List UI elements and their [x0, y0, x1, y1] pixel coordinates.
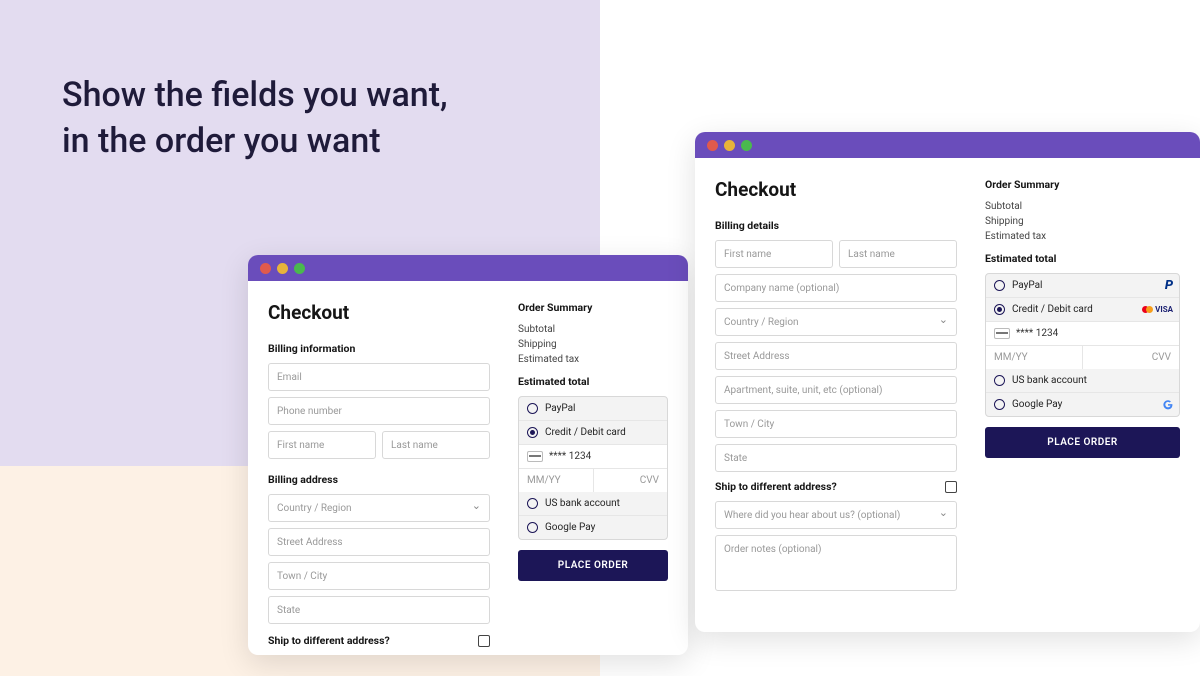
summary-subtotal: Subtotal — [518, 324, 668, 335]
ship-different-label: Ship to different address? — [268, 634, 390, 647]
headline-line-2: in the order you want — [62, 119, 448, 165]
page-title: Checkout — [715, 178, 957, 201]
country-select[interactable]: Country / Region — [715, 308, 957, 336]
card-number-field[interactable]: **** 1234 — [986, 321, 1179, 345]
card-cvv-field[interactable]: CVV — [593, 469, 668, 492]
card-icon — [994, 328, 1010, 339]
google-icon — [1163, 400, 1173, 410]
street-field[interactable]: Street Address — [268, 528, 490, 556]
summary-total: Estimated total — [518, 375, 668, 388]
payment-card[interactable]: Credit / Debit cardVISA — [986, 297, 1179, 321]
radio-icon — [994, 399, 1005, 410]
payment-bank[interactable]: US bank account — [986, 369, 1179, 392]
close-icon[interactable] — [260, 263, 271, 274]
phone-field[interactable]: Phone number — [268, 397, 490, 425]
radio-selected-icon — [994, 304, 1005, 315]
minimize-icon[interactable] — [724, 140, 735, 151]
apt-field[interactable]: Apartment, suite, unit, etc (optional) — [715, 376, 957, 404]
card-cvv-field[interactable]: CVV — [1082, 346, 1179, 369]
payment-card[interactable]: Credit / Debit card — [519, 420, 667, 444]
payment-paypal[interactable]: PayPal — [519, 397, 667, 420]
summary-shipping: Shipping — [985, 216, 1180, 227]
ship-different-checkbox[interactable] — [478, 635, 490, 647]
place-order-button[interactable]: PLACE ORDER — [985, 427, 1180, 458]
card-expiry-field[interactable]: MM/YY — [519, 469, 593, 492]
order-summary-title: Order Summary — [985, 178, 1180, 191]
company-field[interactable]: Company name (optional) — [715, 274, 957, 302]
state-field[interactable]: State — [715, 444, 957, 472]
page-title: Checkout — [268, 301, 490, 324]
email-field[interactable]: Email — [268, 363, 490, 391]
last-name-field[interactable]: Last name — [839, 240, 957, 268]
payment-bank[interactable]: US bank account — [519, 492, 667, 515]
summary-total: Estimated total — [985, 252, 1180, 265]
titlebar — [248, 255, 688, 281]
radio-icon — [527, 522, 538, 533]
country-select[interactable]: Country / Region — [268, 494, 490, 522]
card-expiry-field[interactable]: MM/YY — [986, 346, 1082, 369]
radio-icon — [994, 280, 1005, 291]
payment-gpay[interactable]: Google Pay — [519, 515, 667, 539]
first-name-field[interactable]: First name — [268, 431, 376, 459]
summary-subtotal: Subtotal — [985, 201, 1180, 212]
ship-different-label: Ship to different address? — [715, 480, 837, 493]
marketing-headline: Show the fields you want, in the order y… — [62, 73, 448, 165]
hear-about-select[interactable]: Where did you hear about us? (optional) — [715, 501, 957, 529]
titlebar — [695, 132, 1200, 158]
place-order-button[interactable]: PLACE ORDER — [518, 550, 668, 581]
last-name-field[interactable]: Last name — [382, 431, 490, 459]
order-summary-title: Order Summary — [518, 301, 668, 314]
street-field[interactable]: Street Address — [715, 342, 957, 370]
radio-icon — [527, 498, 538, 509]
payment-options: PayPal Credit / Debit card **** 1234 MM/… — [518, 396, 668, 540]
mastercard-icon — [1142, 306, 1153, 313]
visa-icon: VISA — [1155, 305, 1173, 314]
summary-shipping: Shipping — [518, 339, 668, 350]
paypal-icon: P — [1165, 278, 1173, 293]
radio-icon — [527, 403, 538, 414]
summary-tax: Estimated tax — [518, 354, 668, 365]
payment-options: PayPalP Credit / Debit cardVISA **** 123… — [985, 273, 1180, 417]
payment-paypal[interactable]: PayPalP — [986, 274, 1179, 297]
first-name-field[interactable]: First name — [715, 240, 833, 268]
payment-gpay[interactable]: Google Pay — [986, 392, 1179, 416]
window-checkout-a: Checkout Billing information Email Phone… — [248, 255, 688, 655]
city-field[interactable]: Town / City — [715, 410, 957, 438]
maximize-icon[interactable] — [294, 263, 305, 274]
summary-tax: Estimated tax — [985, 231, 1180, 242]
state-field[interactable]: State — [268, 596, 490, 624]
city-field[interactable]: Town / City — [268, 562, 490, 590]
section-billing-details: Billing details — [715, 219, 957, 232]
ship-different-checkbox[interactable] — [945, 481, 957, 493]
section-billing-info: Billing information — [268, 342, 490, 355]
close-icon[interactable] — [707, 140, 718, 151]
headline-line-1: Show the fields you want, — [62, 73, 448, 119]
radio-icon — [994, 375, 1005, 386]
maximize-icon[interactable] — [741, 140, 752, 151]
minimize-icon[interactable] — [277, 263, 288, 274]
card-number-field[interactable]: **** 1234 — [519, 444, 667, 468]
radio-selected-icon — [527, 427, 538, 438]
window-checkout-b: Checkout Billing details First name Last… — [695, 132, 1200, 632]
order-notes-field[interactable]: Order notes (optional) — [715, 535, 957, 591]
section-billing-address: Billing address — [268, 473, 490, 486]
card-icon — [527, 451, 543, 462]
